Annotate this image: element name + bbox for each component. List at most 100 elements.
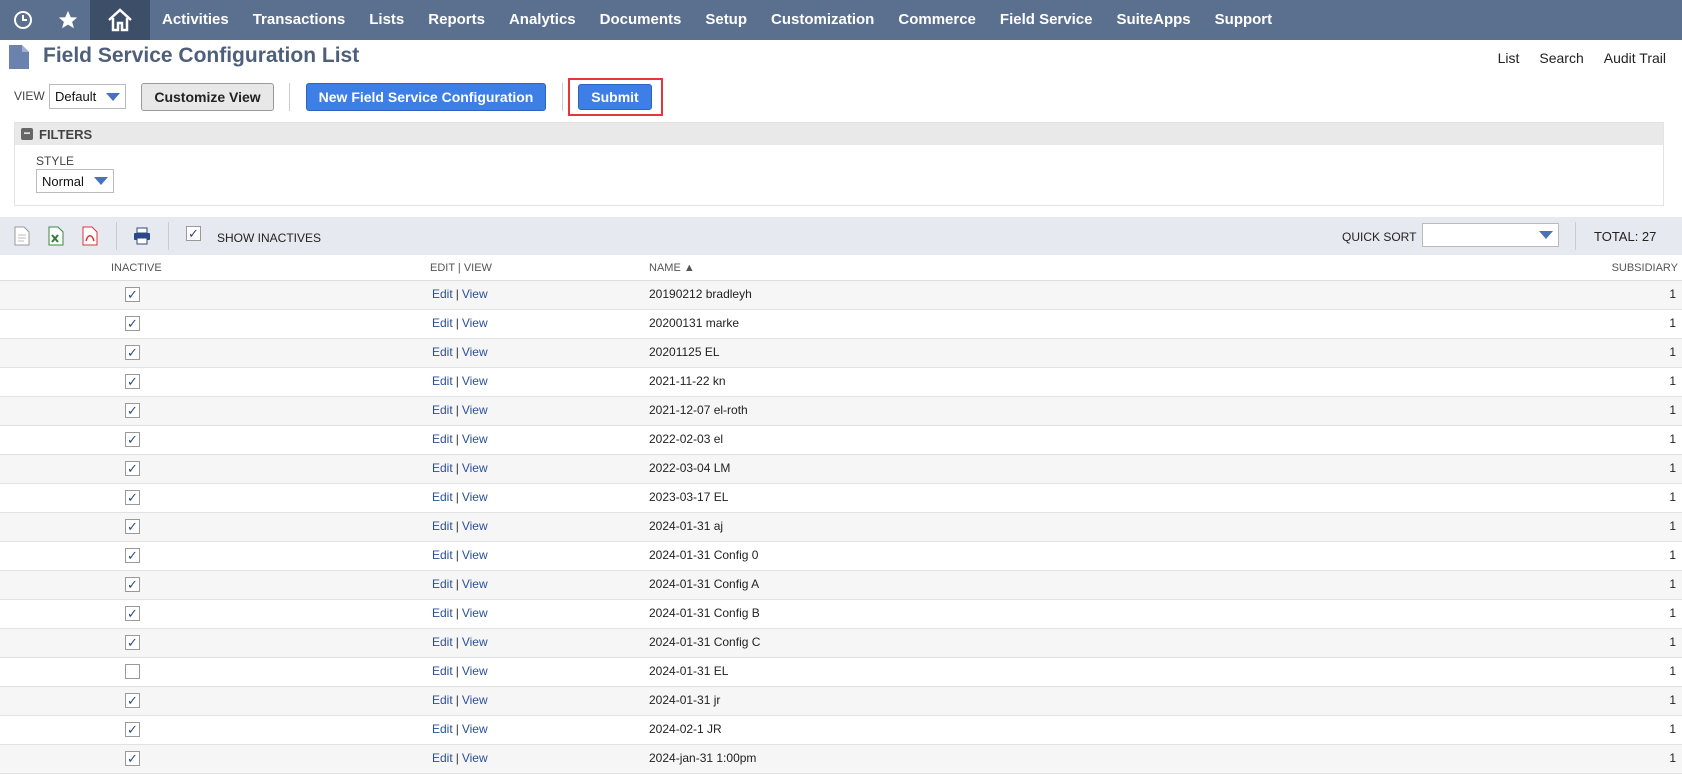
filters-header[interactable]: − FILTERS: [15, 123, 1663, 145]
nav-customization[interactable]: Customization: [759, 0, 886, 40]
edit-link[interactable]: Edit: [432, 374, 453, 388]
edit-link[interactable]: Edit: [432, 722, 453, 736]
audit-trail-link[interactable]: Audit Trail: [1604, 50, 1666, 66]
column-inactive[interactable]: INACTIVE: [111, 262, 162, 274]
quick-sort-select[interactable]: [1422, 223, 1559, 247]
inactive-checkbox[interactable]: ✓: [125, 490, 140, 505]
nav-analytics[interactable]: Analytics: [497, 0, 588, 40]
inactive-checkbox[interactable]: ✓: [125, 316, 140, 331]
nav-commerce[interactable]: Commerce: [886, 0, 988, 40]
edit-link[interactable]: Edit: [432, 461, 453, 475]
inactive-checkbox[interactable]: ✓: [125, 461, 140, 476]
inactive-checkbox[interactable]: ✓: [125, 606, 140, 621]
list-toolbar: ✓ SHOW INACTIVES QUICK SORT TOTAL: 27: [0, 217, 1682, 255]
view-link[interactable]: View: [462, 490, 488, 504]
inactive-checkbox[interactable]: ✓: [125, 751, 140, 766]
nav-documents[interactable]: Documents: [588, 0, 694, 40]
edit-link[interactable]: Edit: [432, 519, 453, 533]
view-link[interactable]: View: [462, 461, 488, 475]
edit-link[interactable]: Edit: [432, 664, 453, 678]
view-link[interactable]: View: [462, 548, 488, 562]
inactive-checkbox[interactable]: ✓: [125, 722, 140, 737]
edit-link[interactable]: Edit: [432, 490, 453, 504]
edit-link[interactable]: Edit: [432, 316, 453, 330]
edit-link[interactable]: Edit: [432, 606, 453, 620]
view-link[interactable]: View: [462, 693, 488, 707]
table-row: ✓ Edit | View 2022-03-04 LM 1: [0, 455, 1682, 484]
inactive-checkbox[interactable]: ✓: [125, 374, 140, 389]
recent-records-icon[interactable]: [0, 0, 45, 40]
row-subsidiary: 1: [1669, 664, 1676, 678]
row-subsidiary: 1: [1669, 519, 1676, 533]
view-link[interactable]: View: [462, 287, 488, 301]
view-link[interactable]: View: [462, 345, 488, 359]
nav-suiteapps[interactable]: SuiteApps: [1104, 0, 1202, 40]
view-link[interactable]: View: [462, 403, 488, 417]
edit-link[interactable]: Edit: [432, 345, 453, 359]
nav-field-service[interactable]: Field Service: [988, 0, 1105, 40]
customize-view-button[interactable]: Customize View: [141, 83, 274, 111]
edit-link[interactable]: Edit: [432, 287, 453, 301]
view-link[interactable]: View: [462, 316, 488, 330]
edit-link[interactable]: Edit: [432, 693, 453, 707]
print-icon[interactable]: [132, 226, 152, 246]
inactive-checkbox[interactable]: ✓: [125, 635, 140, 650]
view-select[interactable]: Default: [49, 84, 126, 109]
export-pdf-icon[interactable]: [80, 226, 100, 246]
edit-link[interactable]: Edit: [432, 635, 453, 649]
view-link[interactable]: View: [462, 635, 488, 649]
search-link[interactable]: Search: [1539, 50, 1583, 66]
nav-setup[interactable]: Setup: [693, 0, 759, 40]
nav-lists[interactable]: Lists: [357, 0, 416, 40]
edit-link[interactable]: Edit: [432, 432, 453, 446]
edit-link[interactable]: Edit: [432, 577, 453, 591]
collapse-minus-icon[interactable]: −: [21, 127, 33, 140]
edit-link[interactable]: Edit: [432, 403, 453, 417]
nav-transactions[interactable]: Transactions: [241, 0, 358, 40]
view-label: VIEW: [14, 89, 45, 103]
inactive-checkbox[interactable]: ✓: [125, 345, 140, 360]
link-separator: |: [455, 722, 459, 736]
edit-view-links: Edit | View: [432, 635, 488, 649]
view-link[interactable]: View: [462, 664, 488, 678]
inactive-checkbox[interactable]: ✓: [125, 548, 140, 563]
edit-view-links: Edit | View: [432, 374, 488, 388]
nav-activities[interactable]: Activities: [150, 0, 241, 40]
inactive-checkbox[interactable]: [125, 664, 140, 679]
inactive-checkbox[interactable]: ✓: [125, 693, 140, 708]
favorites-star-icon[interactable]: [45, 0, 90, 40]
column-subsidiary[interactable]: SUBSIDIARY: [1612, 262, 1678, 274]
column-name[interactable]: NAME ▲: [649, 262, 695, 274]
inactive-checkbox[interactable]: ✓: [125, 432, 140, 447]
home-icon[interactable]: [90, 0, 150, 40]
list-link[interactable]: List: [1498, 50, 1520, 66]
total-count: TOTAL: 27: [1594, 229, 1657, 244]
edit-link[interactable]: Edit: [432, 548, 453, 562]
table-row: ✓ Edit | View 2024-01-31 aj 1: [0, 513, 1682, 542]
nav-reports[interactable]: Reports: [416, 0, 497, 40]
export-excel-icon[interactable]: [46, 226, 66, 246]
nav-support[interactable]: Support: [1203, 0, 1285, 40]
inactive-checkbox[interactable]: ✓: [125, 287, 140, 302]
view-link[interactable]: View: [462, 519, 488, 533]
table-body: ✓ Edit | View 20190212 bradleyh 1 ✓ Edit | View 20…: [0, 281, 1682, 774]
view-link[interactable]: View: [462, 722, 488, 736]
view-link[interactable]: View: [462, 374, 488, 388]
edit-link[interactable]: Edit: [432, 751, 453, 765]
show-inactives-checkbox[interactable]: ✓: [186, 226, 201, 241]
view-link[interactable]: View: [462, 751, 488, 765]
submit-button[interactable]: Submit: [578, 84, 652, 110]
edit-view-links: Edit | View: [432, 548, 488, 562]
view-link[interactable]: View: [462, 606, 488, 620]
view-link[interactable]: View: [462, 577, 488, 591]
inactive-checkbox[interactable]: ✓: [125, 403, 140, 418]
inactive-checkbox[interactable]: ✓: [125, 577, 140, 592]
row-subsidiary: 1: [1669, 287, 1676, 301]
new-field-service-configuration-button[interactable]: New Field Service Configuration: [306, 83, 546, 111]
style-select[interactable]: Normal: [36, 169, 114, 193]
link-separator: |: [455, 316, 459, 330]
export-csv-icon[interactable]: [12, 226, 32, 246]
inactive-checkbox[interactable]: ✓: [125, 519, 140, 534]
link-separator: |: [455, 461, 459, 475]
view-link[interactable]: View: [462, 432, 488, 446]
